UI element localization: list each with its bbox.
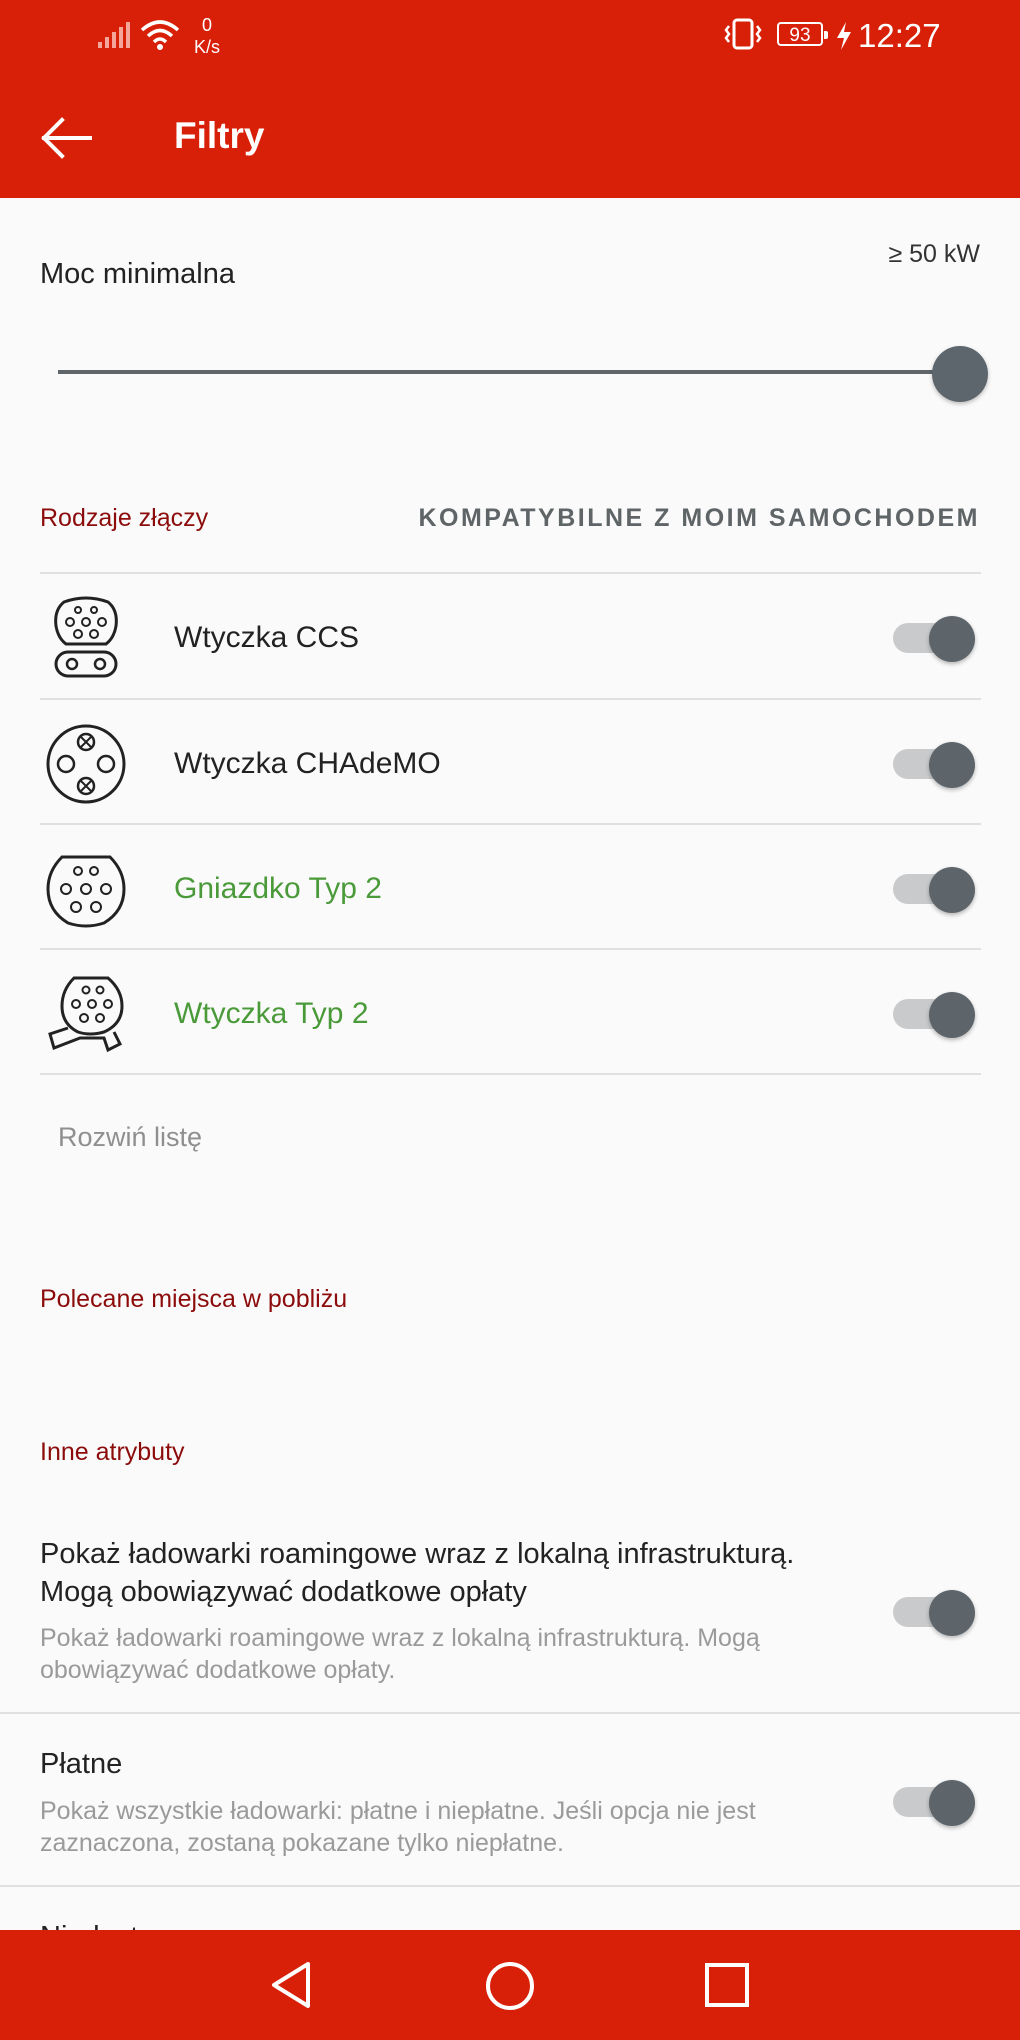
connector-row-type2-plug[interactable]: Wtyczka Typ 2 xyxy=(0,950,1020,1075)
other-attributes-title: Inne atrybuty xyxy=(40,1438,185,1466)
page-title: Filtry xyxy=(174,115,265,156)
divider xyxy=(40,1073,981,1075)
min-power-value: ≥ 50 kW xyxy=(888,240,980,268)
top-bar: 0 K/s 93 12:27 Filtry xyxy=(0,0,1020,198)
toggle-thumb xyxy=(929,867,975,913)
roaming-title: Pokaż ładowarki roamingowe wraz z lokaln… xyxy=(40,1538,795,1608)
status-time: 12:27 xyxy=(858,17,941,54)
toggle-ccs[interactable] xyxy=(893,606,977,666)
connector-label: Wtyczka CCS xyxy=(174,621,360,654)
min-power-slider-thumb[interactable] xyxy=(932,346,988,402)
compatible-with-my-car-button[interactable]: KOMPATYBILNE Z MOIM SAMOCHODEM xyxy=(418,501,980,535)
connector-label: Wtyczka Typ 2 xyxy=(174,997,369,1030)
type2-socket-icon xyxy=(46,855,126,928)
charging-icon xyxy=(837,22,851,50)
paid-title: Płatne xyxy=(40,1748,123,1780)
toggle-chademo[interactable] xyxy=(893,732,977,792)
toggle-thumb xyxy=(929,992,975,1038)
toggle-type2-plug[interactable] xyxy=(893,982,977,1042)
system-nav-bar xyxy=(0,1930,1020,2040)
home-circle-icon[interactable] xyxy=(484,1960,536,2012)
toggle-paid[interactable] xyxy=(893,1770,977,1830)
type2-plug-icon xyxy=(48,976,124,1053)
back-triangle-icon[interactable] xyxy=(268,1960,316,2010)
chademo-plug-icon xyxy=(46,724,126,804)
toggle-roaming[interactable] xyxy=(893,1580,977,1640)
recents-square-icon[interactable] xyxy=(704,1962,750,2008)
net-speed-value: 0 xyxy=(201,15,212,35)
toggle-thumb xyxy=(929,1780,975,1826)
wifi-icon xyxy=(140,20,180,50)
recommended-places-title: Polecane miejsca w pobliżu xyxy=(40,1285,348,1313)
min-power-label: Moc minimalna xyxy=(40,258,235,290)
connector-row-type2-socket[interactable]: Gniazdko Typ 2 xyxy=(0,825,1020,950)
min-power-slider-track[interactable] xyxy=(58,370,960,374)
battery-icon: 93 xyxy=(777,22,828,46)
vibrate-icon xyxy=(724,18,762,50)
toggle-thumb xyxy=(929,616,975,662)
toggle-thumb xyxy=(929,1590,975,1636)
connector-row-chademo[interactable]: Wtyczka CHAdeMO xyxy=(0,700,1020,825)
divider xyxy=(0,1885,1020,1887)
toggle-thumb xyxy=(929,742,975,788)
status-bar: 0 K/s 93 12:27 xyxy=(0,0,1020,72)
net-speed: 0 K/s xyxy=(190,14,224,58)
connector-label: Wtyczka CHAdeMO xyxy=(174,747,441,780)
ccs-plug-icon xyxy=(54,596,118,678)
signal-icon xyxy=(98,22,130,48)
paid-description: Pokaż wszystkie ładowarki: płatne i niep… xyxy=(40,1797,756,1857)
connector-row-ccs[interactable]: Wtyczka CCS xyxy=(0,574,1020,699)
connector-types-title: Rodzaje złączy xyxy=(40,504,209,532)
roaming-description: Pokaż ładowarki roamingowe wraz z lokaln… xyxy=(40,1624,760,1684)
arrow-left-icon[interactable] xyxy=(38,116,94,160)
divider xyxy=(0,1712,1020,1714)
net-speed-unit: K/s xyxy=(193,37,220,57)
expand-list-button[interactable]: Rozwiń listę xyxy=(58,1119,202,1155)
toggle-type2-socket[interactable] xyxy=(893,857,977,917)
connector-label: Gniazdko Typ 2 xyxy=(174,872,382,905)
